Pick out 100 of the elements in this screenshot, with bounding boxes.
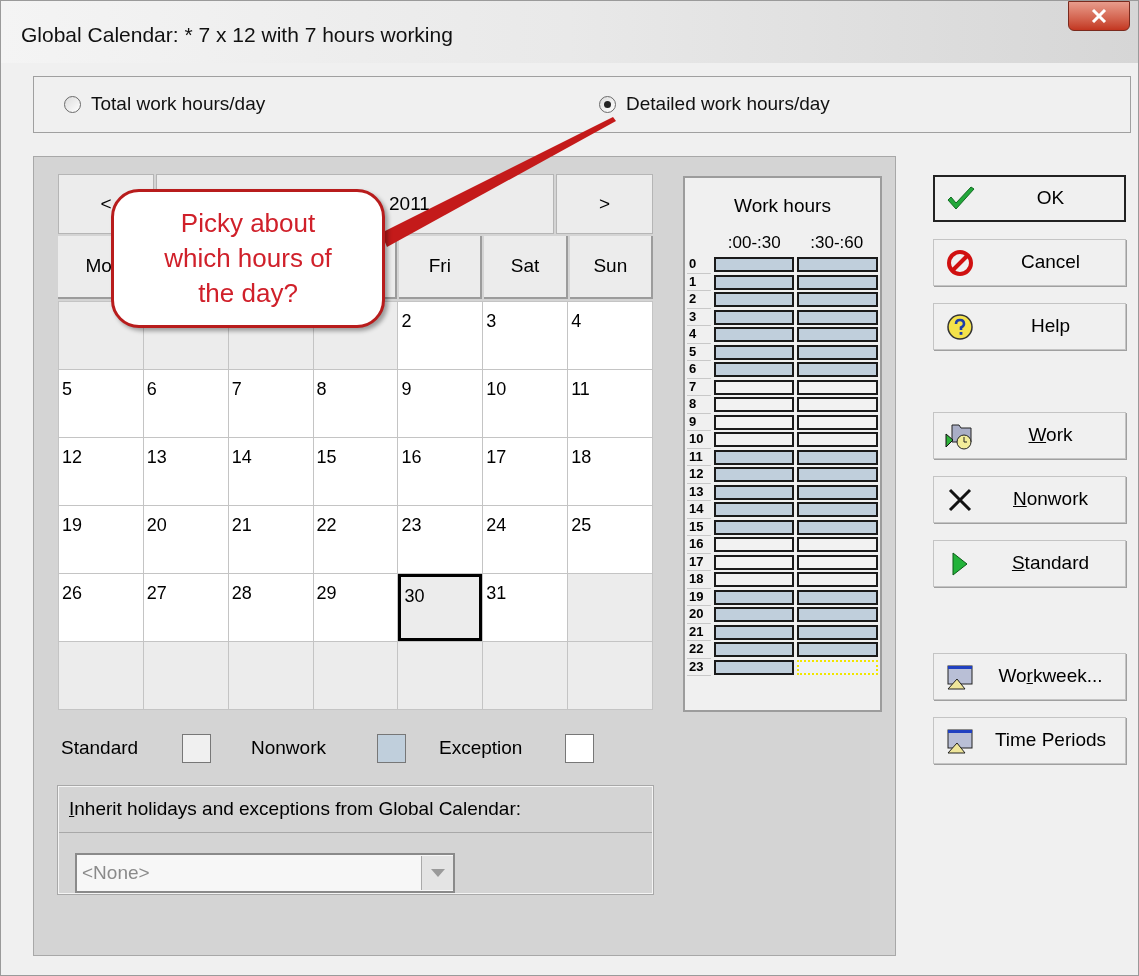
half-hour-slot[interactable] xyxy=(713,432,795,448)
half-hour-slot[interactable] xyxy=(713,362,795,378)
day-cell[interactable]: 29 xyxy=(313,574,398,641)
half-hour-slot[interactable] xyxy=(797,467,878,483)
hour-label: 17 xyxy=(687,553,711,571)
day-cell[interactable]: 5 xyxy=(59,370,143,437)
half-hour-slot[interactable] xyxy=(797,642,878,658)
day-cell[interactable]: 17 xyxy=(483,438,568,505)
radio-label: Detailed work hours/day xyxy=(626,92,830,117)
day-cell[interactable]: 12 xyxy=(59,438,143,505)
hour-label: 16 xyxy=(687,536,711,554)
day-cell[interactable]: 6 xyxy=(143,370,228,437)
day-cell[interactable]: 16 xyxy=(398,438,483,505)
day-cell[interactable]: 20 xyxy=(143,506,228,573)
half-hour-slot[interactable] xyxy=(797,397,878,413)
half-hour-slot[interactable] xyxy=(797,327,878,343)
day-cell[interactable]: 26 xyxy=(59,574,143,641)
half-hour-slot[interactable] xyxy=(797,432,878,448)
half-hour-slot[interactable] xyxy=(797,309,878,325)
day-cell[interactable]: 25 xyxy=(568,506,652,573)
half-hour-slot[interactable] xyxy=(797,379,878,395)
half-hour-slot[interactable] xyxy=(797,624,878,640)
half-hour-slot[interactable] xyxy=(713,554,795,570)
dialog-button[interactable]: Work xyxy=(933,412,1126,459)
half-hour-slot[interactable] xyxy=(713,484,795,500)
day-cell[interactable]: 18 xyxy=(568,438,652,505)
half-hour-slot[interactable] xyxy=(713,502,795,518)
half-hour-slot[interactable] xyxy=(797,572,878,588)
half-hour-slot[interactable] xyxy=(713,344,795,360)
day-cell[interactable]: 10 xyxy=(483,370,568,437)
day-cell[interactable]: 27 xyxy=(143,574,228,641)
day-cell[interactable]: 22 xyxy=(313,506,398,573)
half-hour-slot[interactable] xyxy=(797,274,878,290)
half-hour-slot[interactable] xyxy=(713,327,795,343)
dialog-button[interactable]: Cancel xyxy=(933,239,1126,286)
half-hour-slot[interactable] xyxy=(713,537,795,553)
close-button[interactable] xyxy=(1068,1,1130,31)
day-cell[interactable]: 13 xyxy=(143,438,228,505)
half-hour-slot[interactable] xyxy=(797,414,878,430)
half-hour-slot[interactable] xyxy=(797,537,878,553)
half-hour-slot[interactable] xyxy=(797,589,878,605)
radio-button[interactable] xyxy=(64,96,81,113)
day-cell[interactable]: 3 xyxy=(483,302,568,369)
half-hour-slot[interactable] xyxy=(713,467,795,483)
day-cell[interactable]: 28 xyxy=(228,574,313,641)
day-cell[interactable]: 7 xyxy=(228,370,313,437)
day-cell[interactable]: 4 xyxy=(568,302,652,369)
half-hour-slot[interactable] xyxy=(713,519,795,535)
half-hour-slot[interactable] xyxy=(713,274,795,290)
half-hour-slot[interactable] xyxy=(797,519,878,535)
day-cell[interactable]: 30 xyxy=(398,574,483,641)
half-hour-slot[interactable] xyxy=(713,624,795,640)
hour-label: 11 xyxy=(687,448,711,466)
half-hour-slot[interactable] xyxy=(713,659,795,675)
hour-label: 21 xyxy=(687,623,711,641)
dialog-button[interactable]: OK xyxy=(933,175,1126,222)
half-hour-slot[interactable] xyxy=(713,589,795,605)
hour-label: 7 xyxy=(687,378,711,396)
half-hour-slot[interactable] xyxy=(797,607,878,623)
dialog-button[interactable]: Standard xyxy=(933,540,1126,587)
hour-label: 3 xyxy=(687,308,711,326)
half-hour-slot[interactable] xyxy=(713,379,795,395)
day-cell[interactable]: 14 xyxy=(228,438,313,505)
half-hour-slot[interactable] xyxy=(713,309,795,325)
day-cell[interactable]: 24 xyxy=(483,506,568,573)
next-month-button[interactable]: > xyxy=(556,174,653,234)
day-cell[interactable]: 23 xyxy=(398,506,483,573)
day-cell[interactable]: 2 xyxy=(398,302,483,369)
half-hour-slot[interactable] xyxy=(797,344,878,360)
half-hour-slot[interactable] xyxy=(713,449,795,465)
day-cell[interactable]: 19 xyxy=(59,506,143,573)
dialog-button[interactable]: Workweek... xyxy=(933,653,1126,700)
hour-label: 6 xyxy=(687,361,711,379)
half-hour-slot[interactable] xyxy=(797,554,878,570)
half-hour-slot[interactable] xyxy=(797,362,878,378)
half-hour-slot[interactable] xyxy=(713,414,795,430)
half-hour-slot[interactable] xyxy=(713,642,795,658)
half-hour-slot[interactable] xyxy=(797,449,878,465)
hour-label: 15 xyxy=(687,518,711,536)
radio-button[interactable] xyxy=(599,96,616,113)
dialog-button[interactable]: Nonwork xyxy=(933,476,1126,523)
half-hour-slot[interactable] xyxy=(713,572,795,588)
day-cell[interactable]: 31 xyxy=(483,574,568,641)
half-hour-slot[interactable] xyxy=(713,292,795,308)
half-hour-slot[interactable] xyxy=(797,257,878,273)
hour-label: 5 xyxy=(687,343,711,361)
day-cell[interactable]: 8 xyxy=(313,370,398,437)
half-hour-slot[interactable] xyxy=(797,484,878,500)
half-hour-slot[interactable] xyxy=(797,292,878,308)
half-hour-slot[interactable] xyxy=(797,502,878,518)
half-hour-slot[interactable] xyxy=(713,257,795,273)
dialog-button[interactable]: Time Periods xyxy=(933,717,1126,764)
day-cell[interactable]: 15 xyxy=(313,438,398,505)
dialog-button[interactable]: Help xyxy=(933,303,1126,350)
day-cell[interactable]: 9 xyxy=(398,370,483,437)
day-cell[interactable]: 21 xyxy=(228,506,313,573)
half-hour-slot[interactable] xyxy=(713,397,795,413)
day-cell[interactable]: 11 xyxy=(568,370,652,437)
hour-label: 10 xyxy=(687,431,711,449)
half-hour-slot[interactable] xyxy=(713,607,795,623)
